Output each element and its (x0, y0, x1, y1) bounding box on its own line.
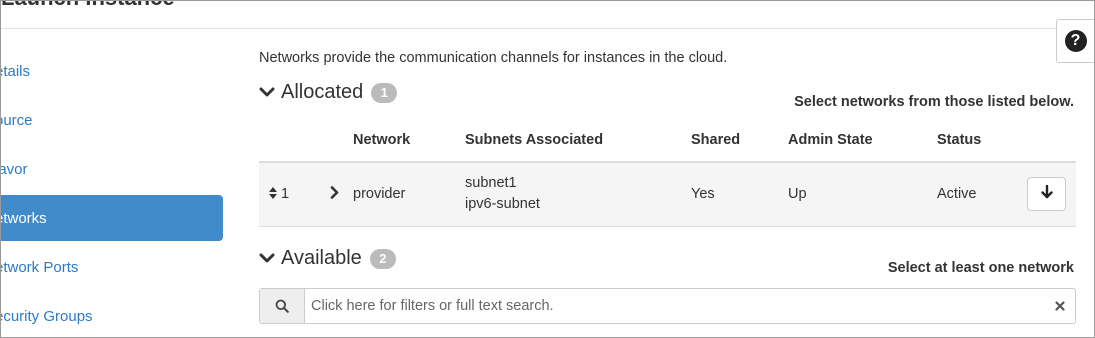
search-icon (260, 289, 305, 323)
clear-icon[interactable] (1045, 301, 1075, 311)
filter-search-bar (259, 288, 1076, 324)
admin-state-value: Up (788, 186, 807, 202)
deallocate-button[interactable] (1027, 177, 1066, 211)
sidebar-item-security-groups[interactable]: ecurity Groups (1, 293, 223, 337)
sidebar-item-details[interactable]: etails (1, 48, 223, 94)
sidebar-item-network-ports[interactable]: etwork Ports (1, 244, 223, 290)
help-button[interactable]: ? (1056, 19, 1094, 63)
available-section-toggle[interactable]: Available 2 (259, 247, 396, 270)
shared-value: Yes (691, 186, 715, 202)
column-header-network: Network (353, 132, 411, 148)
search-input[interactable] (305, 289, 1045, 323)
dialog-title: Launch Instance (1, 1, 175, 11)
title-divider (1, 28, 1094, 29)
table-row: 1 provider subnet1 ipv6-subnet Yes Up Ac… (259, 163, 1076, 227)
sidebar-item-networks[interactable]: etworks (1, 195, 223, 241)
column-header-shared: Shared (691, 132, 741, 148)
column-header-admin-state: Admin State (788, 132, 873, 148)
allocated-section-toggle[interactable]: Allocated 1 (259, 81, 398, 104)
network-name: provider (353, 186, 406, 202)
allocated-count-badge: 1 (371, 82, 398, 103)
column-header-subnets: Subnets Associated (465, 132, 604, 148)
available-hint: Select at least one network (887, 260, 1074, 276)
row-order: 1 (281, 186, 290, 202)
available-count-badge: 2 (369, 248, 396, 269)
question-circle-icon: ? (1064, 30, 1087, 52)
chevron-right-icon[interactable] (330, 186, 339, 203)
column-header-status: Status (937, 132, 982, 148)
subnet-name: subnet1 (465, 175, 517, 191)
allocated-title: Allocated (281, 81, 364, 103)
chevron-down-icon (259, 87, 281, 99)
sort-handle-icon[interactable] (268, 186, 278, 204)
sidebar-item-flavor[interactable]: lavor (1, 146, 223, 192)
status-value: Active (937, 186, 977, 202)
arrow-down-icon (1040, 184, 1053, 204)
allocated-hint: Select networks from those listed below. (794, 94, 1074, 110)
subnet-name: ipv6-subnet (465, 196, 540, 212)
sidebar-item-source[interactable]: ource (1, 97, 223, 143)
networks-description: Networks provide the communication chann… (259, 50, 728, 66)
chevron-down-icon (259, 253, 281, 265)
available-title: Available (281, 247, 362, 269)
launch-instance-dialog: Launch Instance ? etails ource lavor etw… (0, 0, 1095, 338)
